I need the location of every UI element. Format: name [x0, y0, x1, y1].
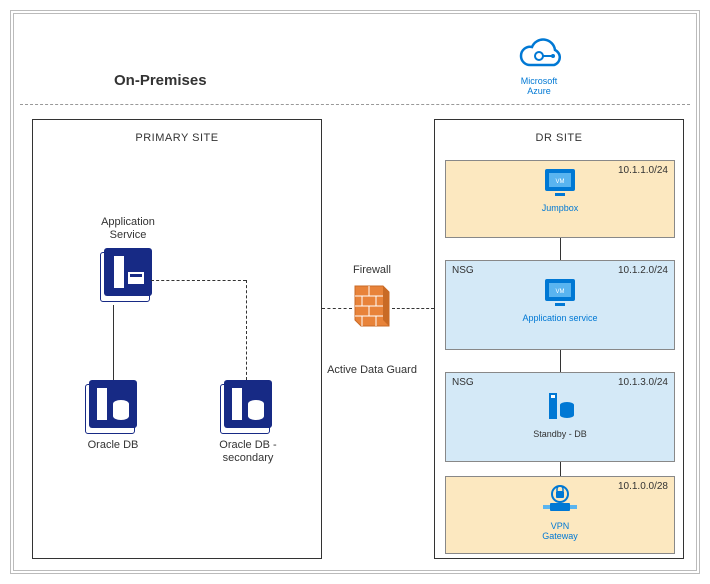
primary-site-box: PRIMARY SITE Application Service Oracle …: [32, 119, 322, 559]
server-icon: [104, 248, 152, 296]
oracle-db-secondary-label: Oracle DB - secondary: [203, 439, 293, 465]
connector: [560, 350, 561, 372]
svg-text:VM: VM: [556, 179, 565, 185]
database-server-icon: [224, 380, 272, 428]
dr-site-box: DR SITE 10.1.1.0/24 VM Jumpbox NSG 10.1.…: [434, 119, 684, 559]
firewall-node: Firewall: [342, 264, 402, 335]
on-premises-label: On-Premises: [114, 72, 207, 89]
cloud-icon: [511, 34, 567, 70]
appservice-label: Application service: [454, 314, 666, 324]
diagram-frame: On-Premises Microsoft Azure PRIMARY SITE…: [13, 13, 697, 571]
connector: [560, 238, 561, 260]
database-server-icon: [89, 380, 137, 428]
application-service-node: Application Service: [88, 210, 168, 301]
subnet-jumpbox: 10.1.1.0/24 VM Jumpbox: [445, 160, 675, 238]
vm-icon: VM: [543, 277, 577, 307]
connector: [113, 305, 114, 380]
firewall-label: Firewall: [342, 264, 402, 276]
vpn-gateway-label: VPN Gateway: [454, 522, 666, 542]
oracle-db-secondary-node: Oracle DB - secondary: [203, 380, 293, 465]
standby-db-label: Standby - DB: [454, 430, 666, 440]
connector: [560, 462, 561, 476]
svg-text:VM: VM: [556, 289, 565, 295]
cidr-label: 10.1.0.0/28: [618, 481, 668, 492]
firewall-icon: [351, 280, 393, 332]
active-data-guard-label: Active Data Guard: [322, 364, 422, 376]
oracle-db-label: Oracle DB: [73, 439, 153, 452]
boundary-line: [20, 104, 690, 105]
nsg-label: NSG: [452, 265, 474, 276]
vm-icon: VM: [543, 167, 577, 197]
db-server-icon: [543, 389, 577, 423]
primary-title: PRIMARY SITE: [33, 132, 321, 144]
vpn-gateway-icon: [543, 483, 577, 515]
diagram-outer-border: On-Premises Microsoft Azure PRIMARY SITE…: [10, 10, 700, 574]
cidr-label: 10.1.1.0/24: [618, 165, 668, 176]
cidr-label: 10.1.3.0/24: [618, 377, 668, 388]
dr-title: DR SITE: [435, 132, 683, 144]
azure-label: Microsoft Azure: [504, 77, 574, 97]
oracle-db-node: Oracle DB: [73, 380, 153, 452]
jumpbox-label: Jumpbox: [454, 204, 666, 214]
nsg-label: NSG: [452, 377, 474, 388]
subnet-vpn-gateway: 10.1.0.0/28 VPN Gateway: [445, 476, 675, 554]
connector: [151, 280, 246, 281]
connector: [246, 280, 247, 380]
azure-cloud: Microsoft Azure: [504, 34, 574, 97]
cidr-label: 10.1.2.0/24: [618, 265, 668, 276]
app-service-label: Application Service: [88, 216, 168, 242]
subnet-appservice: NSG 10.1.2.0/24 VM Application service: [445, 260, 675, 350]
subnet-standby-db: NSG 10.1.3.0/24 Standby - DB: [445, 372, 675, 462]
